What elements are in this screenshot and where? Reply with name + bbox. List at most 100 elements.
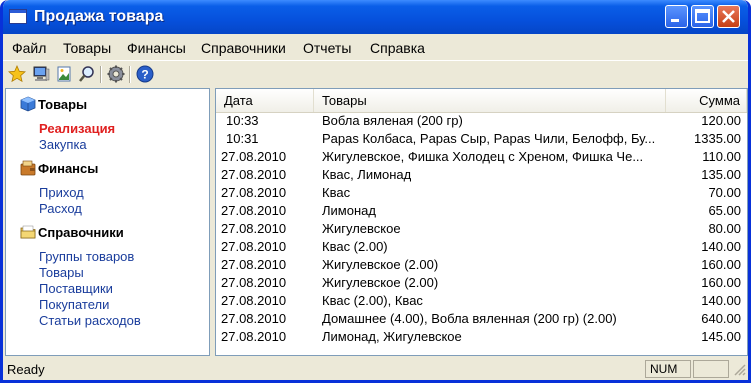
section-goods-title: Товары: [38, 97, 88, 112]
cell-date: 27.08.2010: [221, 203, 287, 218]
cell-sum: 65.00: [708, 203, 741, 218]
cell-date: 27.08.2010: [221, 239, 287, 254]
link-suppliers[interactable]: Поставщики: [39, 281, 113, 296]
cell-goods: Papas Колбаса, Papas Сыр, Papas Чили, Бе…: [322, 131, 656, 146]
toolbar-separator: [129, 66, 131, 83]
column-goods[interactable]: Товары: [314, 89, 666, 112]
table-row[interactable]: 27.08.2010 Квас 70.00: [216, 184, 747, 202]
monitor-icon[interactable]: [32, 65, 50, 83]
resize-grip-icon[interactable]: [734, 364, 746, 376]
svg-text:?: ?: [141, 68, 148, 82]
folder-icon: [20, 225, 36, 239]
cell-goods: Вобла вяленая (200 гр): [322, 113, 463, 128]
table-row[interactable]: 27.08.2010 Жигулевское 80.00: [216, 220, 747, 238]
status-num-indicator: NUM: [645, 360, 691, 378]
link-income[interactable]: Приход: [39, 185, 84, 200]
search-icon[interactable]: [78, 65, 96, 83]
table-row[interactable]: 27.08.2010 Квас, Лимонад 135.00: [216, 166, 747, 184]
help-icon[interactable]: ?: [136, 65, 154, 83]
menu-reports[interactable]: Отчеты: [303, 40, 351, 56]
cell-goods: Лимонад: [322, 203, 376, 218]
column-sum[interactable]: Сумма: [666, 89, 747, 112]
close-icon: [722, 10, 735, 23]
status-panel: [693, 360, 729, 378]
cell-goods: Жигулевское: [322, 221, 401, 236]
cell-sum: 1335.00: [694, 131, 741, 146]
table-row[interactable]: 27.08.2010 Квас (2.00), Квас 140.00: [216, 292, 747, 310]
table-row[interactable]: 27.08.2010 Лимонад 65.00: [216, 202, 747, 220]
cell-sum: 160.00: [701, 257, 741, 272]
app-window: Продажа товара Файл Товары Финансы Справ…: [0, 0, 751, 383]
table-row[interactable]: 10:31 Papas Колбаса, Papas Сыр, Papas Чил…: [216, 130, 747, 148]
cell-sum: 135.00: [701, 167, 741, 182]
menu-references[interactable]: Справочники: [201, 40, 286, 56]
cell-date: 27.08.2010: [221, 329, 287, 344]
cell-sum: 140.00: [701, 293, 741, 308]
cell-sum: 120.00: [701, 113, 741, 128]
menu-goods[interactable]: Товары: [63, 40, 111, 56]
cell-date: 27.08.2010: [221, 167, 287, 182]
minimize-icon: [671, 19, 679, 22]
cell-goods: Домашнее (4.00), Вобла вяленная (200 гр)…: [322, 311, 617, 326]
close-button[interactable]: [717, 5, 740, 28]
table-row[interactable]: 27.08.2010 Жигулевское, Фишка Холодец с Х…: [216, 148, 747, 166]
cell-sum: 640.00: [701, 311, 741, 326]
cell-goods: Квас, Лимонад: [322, 167, 412, 182]
gear-icon[interactable]: [107, 65, 125, 83]
maximize-button[interactable]: [691, 5, 714, 28]
column-date[interactable]: Дата: [216, 89, 314, 112]
link-product-groups[interactable]: Группы товаров: [39, 249, 134, 264]
cell-sum: 160.00: [701, 275, 741, 290]
menu-file[interactable]: Файл: [12, 40, 46, 56]
app-icon: [9, 9, 27, 24]
table-row[interactable]: 27.08.2010 Жигулевское (2.00) 160.00: [216, 256, 747, 274]
wallet-icon: [20, 160, 36, 176]
cell-goods: Лимонад, Жигулевское: [322, 329, 462, 344]
cell-date: 27.08.2010: [221, 257, 287, 272]
link-purchases[interactable]: Закупка: [39, 137, 87, 152]
cell-date: 10:31: [226, 131, 259, 146]
menu-finance[interactable]: Финансы: [127, 40, 186, 56]
title-bar[interactable]: Продажа товара: [3, 0, 748, 34]
cell-goods: Жигулевское, Фишка Холодец с Хреном, Фиш…: [322, 149, 644, 164]
cell-sum: 110.00: [702, 149, 741, 164]
cell-sum: 70.00: [708, 185, 741, 200]
maximize-icon: [695, 9, 710, 23]
link-customers[interactable]: Покупатели: [39, 297, 109, 312]
table-row[interactable]: 27.08.2010 Лимонад, Жигулевское 145.00: [216, 328, 747, 346]
link-expense-items[interactable]: Статьи расходов: [39, 313, 141, 328]
cell-date: 27.08.2010: [221, 185, 287, 200]
table-row[interactable]: 27.08.2010 Квас (2.00) 140.00: [216, 238, 747, 256]
cell-date: 27.08.2010: [221, 275, 287, 290]
link-sales[interactable]: Реализация: [39, 121, 115, 136]
section-references-title: Справочники: [38, 225, 124, 240]
cell-goods: Жигулевское (2.00): [322, 275, 439, 290]
table-row[interactable]: 27.08.2010 Жигулевское (2.00) 160.00: [216, 274, 747, 292]
link-products[interactable]: Товары: [39, 265, 84, 280]
cell-sum: 80.00: [708, 221, 741, 236]
cell-date: 27.08.2010: [221, 149, 287, 164]
cell-date: 27.08.2010: [221, 221, 287, 236]
link-expense[interactable]: Расход: [39, 201, 82, 216]
cell-date: 27.08.2010: [221, 311, 287, 326]
cell-goods: Квас: [322, 185, 351, 200]
window-title: Продажа товара: [34, 8, 164, 25]
table-row[interactable]: 10:33 Вобла вяленая (200 гр) 120.00: [216, 112, 747, 130]
list-header: Дата Товары Сумма: [216, 89, 747, 113]
status-text: Ready: [7, 362, 45, 377]
star-icon[interactable]: [8, 65, 26, 83]
cell-date: 10:33: [226, 113, 259, 128]
cell-sum: 145.00: [701, 329, 741, 344]
cell-date: 27.08.2010: [221, 293, 287, 308]
cell-goods: Квас (2.00), Квас: [322, 293, 423, 308]
table-row[interactable]: 27.08.2010 Домашнее (4.00), Вобла вяленна…: [216, 310, 747, 328]
toolbar: ?: [3, 60, 748, 89]
menu-bar: Файл Товары Финансы Справочники Отчеты С…: [3, 34, 748, 60]
menu-help[interactable]: Справка: [370, 40, 425, 56]
sales-list: Дата Товары Сумма 10:33 Вобла вяленая (20…: [215, 88, 748, 356]
minimize-button[interactable]: [665, 5, 688, 28]
cell-goods: Жигулевское (2.00): [322, 257, 439, 272]
image-icon[interactable]: [55, 65, 73, 83]
navigation-panel: Товары Реализация Закупка Финансы Приход…: [5, 88, 210, 356]
box-icon: [20, 96, 36, 112]
